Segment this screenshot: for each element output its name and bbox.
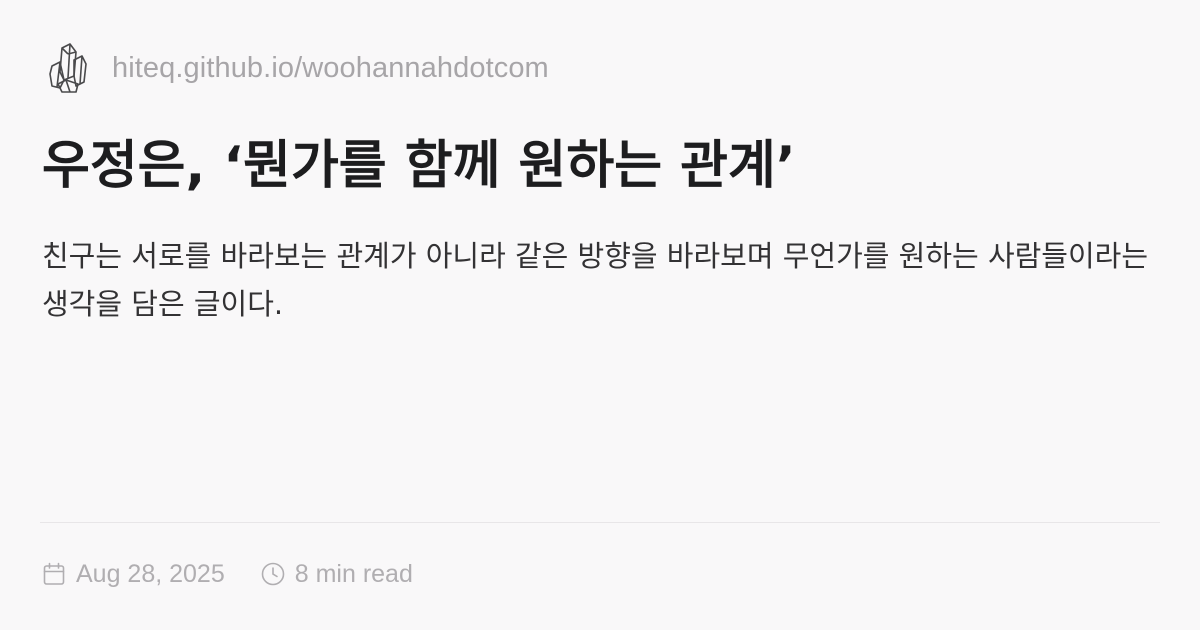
post-date-text: Aug 28, 2025 — [76, 559, 225, 588]
read-time-text: 8 min read — [294, 559, 413, 588]
read-time: 8 min read — [261, 560, 413, 589]
post-title: 우정은, ‘뭔가를 함께 원하는 관계’ — [42, 136, 796, 196]
clock-icon — [261, 562, 285, 586]
og-card: hiteq.github.io/woohannahdotcom 우정은, ‘뭔가… — [0, 0, 1200, 630]
calendar-icon — [42, 562, 66, 586]
divider — [40, 522, 1160, 523]
site-header[interactable]: hiteq.github.io/woohannahdotcom — [46, 40, 549, 96]
crystal-logo-icon — [46, 40, 90, 96]
post-summary: 친구는 서로를 바라보는 관계가 아니라 같은 방향을 바라보며 무언가를 원하… — [42, 239, 1149, 321]
post-date: Aug 28, 2025 — [42, 560, 225, 589]
post-meta: Aug 28, 2025 8 min read — [42, 554, 413, 594]
site-url[interactable]: hiteq.github.io/woohannahdotcom — [112, 52, 549, 85]
